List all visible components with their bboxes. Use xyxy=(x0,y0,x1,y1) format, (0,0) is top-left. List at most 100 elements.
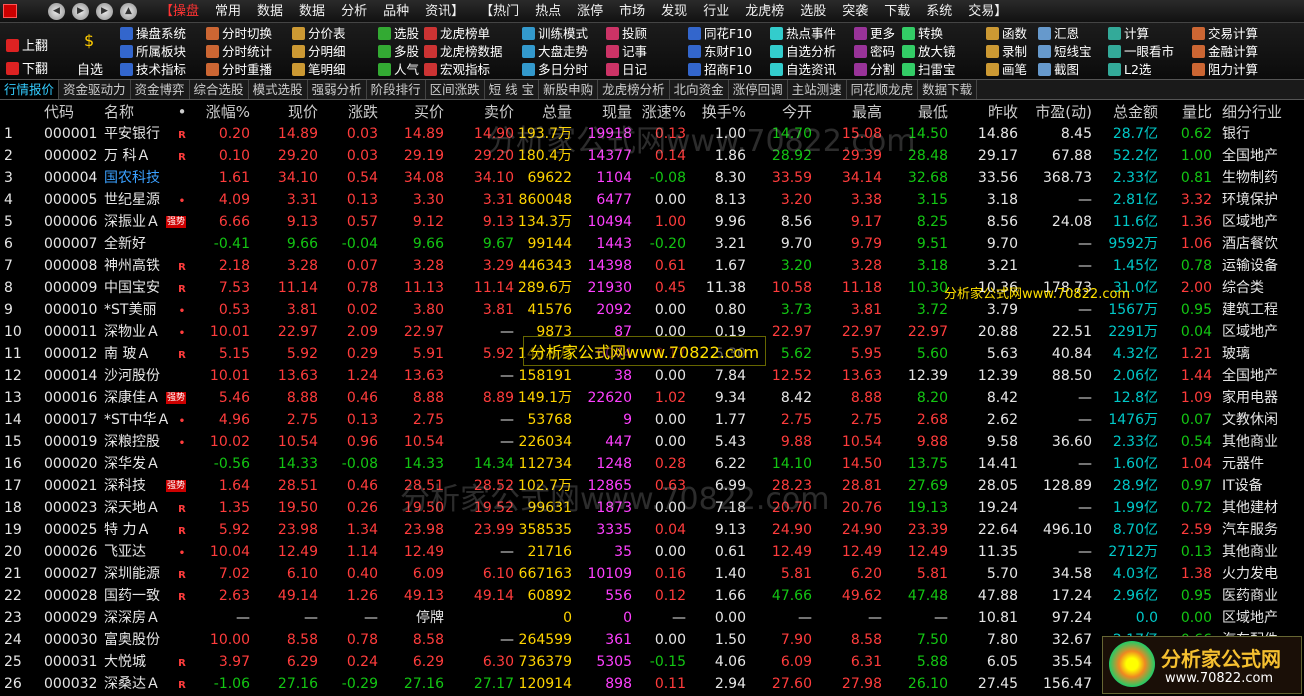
menu-item[interactable]: 系统 xyxy=(926,0,952,23)
toolbar-button[interactable]: 龙虎榜单 xyxy=(424,25,490,42)
menu-item[interactable]: 行业 xyxy=(703,0,729,23)
menu-item[interactable]: 品种 xyxy=(383,0,409,23)
menu-item[interactable]: 分析 xyxy=(341,0,367,23)
column-header[interactable]: • xyxy=(176,101,188,123)
toolbar-button[interactable]: 东财F10 xyxy=(688,43,752,60)
tab[interactable]: 短 线 宝 xyxy=(485,80,540,99)
menu-item[interactable]: 热点 xyxy=(535,0,561,23)
menu-item[interactable]: 【热门 xyxy=(480,0,519,23)
tab[interactable]: 北向资金 xyxy=(670,80,729,99)
toolbar-button[interactable]: 分时统计 xyxy=(206,43,272,60)
column-header[interactable]: 昨收 xyxy=(950,101,1018,123)
table-row[interactable]: 21 000027 深圳能源 R 7.02 6.10 0.40 6.09 6.10 667163 1… xyxy=(0,563,1304,585)
toolbar-button[interactable]: 交易计算 xyxy=(1192,25,1258,42)
toolbar-button[interactable]: 龙虎榜数据 xyxy=(424,43,503,60)
tab[interactable]: 资金博弈 xyxy=(131,80,190,99)
toolbar-button[interactable]: 笔明细 xyxy=(292,61,346,78)
tab[interactable]: 涨停回调 xyxy=(729,80,788,99)
toolbar-button[interactable]: 所属板块 xyxy=(120,43,186,60)
column-header[interactable]: 最高 xyxy=(814,101,882,123)
tab[interactable]: 强弱分析 xyxy=(308,80,367,99)
column-header[interactable]: 现量 xyxy=(574,101,632,123)
table-row[interactable]: 22 000028 国药一致 R 2.63 49.14 1.26 49.13 49.14 6089… xyxy=(0,585,1304,607)
tab[interactable]: 模式选股 xyxy=(249,80,308,99)
table-row[interactable]: 3 000004 国农科技 1.61 34.10 0.54 34.08 34.10 69622 1… xyxy=(0,167,1304,189)
table-row[interactable]: 1 000001 平安银行 R 0.20 14.89 0.03 14.89 14.90 193.7… xyxy=(0,123,1304,145)
toolbar-button[interactable]: 汇恩 xyxy=(1038,25,1079,42)
tab[interactable]: 区间涨跌 xyxy=(426,80,485,99)
menu-item[interactable]: 资讯】 xyxy=(425,0,464,23)
column-header[interactable]: 今开 xyxy=(748,101,812,123)
column-header[interactable]: 细分行业 xyxy=(1222,101,1304,123)
table-row[interactable]: 4 000005 世纪星源 • 4.09 3.31 0.13 3.30 3.31 860048 64… xyxy=(0,189,1304,211)
table-row[interactable]: 20 000026 飞亚达 • 10.04 12.49 1.14 12.49—21716 35 0… xyxy=(0,541,1304,563)
column-header[interactable]: 换手% xyxy=(690,101,746,123)
tab[interactable]: 主站测速 xyxy=(788,80,847,99)
column-header[interactable]: 买价 xyxy=(380,101,444,123)
toolbar-button[interactable]: 分时重播 xyxy=(206,61,272,78)
column-header[interactable]: 总量 xyxy=(516,101,572,123)
tab[interactable]: 新股申购 xyxy=(539,80,599,99)
column-header[interactable]: 市盈(动) xyxy=(1020,101,1092,123)
menu-item[interactable]: 市场 xyxy=(619,0,645,23)
toolbar-button[interactable]: 记事 xyxy=(606,43,647,60)
table-row[interactable]: 15 000019 深粮控股 • 10.02 10.54 0.96 10.54—226034 4… xyxy=(0,431,1304,453)
toolbar-button[interactable]: 计算 xyxy=(1108,25,1149,42)
toolbar-button[interactable]: 转换 xyxy=(902,25,943,42)
toolbar-button[interactable]: 分明细 xyxy=(292,43,346,60)
toolbar-button[interactable]: 放大镜 xyxy=(902,43,956,60)
tab[interactable]: 阶段排行 xyxy=(367,80,426,99)
toolbar-button[interactable]: 金融计算 xyxy=(1192,43,1258,60)
toolbar-button[interactable]: 操盘系统 xyxy=(120,25,186,42)
menu-item[interactable]: 数据 xyxy=(257,0,283,23)
toolbar-button[interactable]: 分时切换 xyxy=(206,25,272,42)
toolbar-button[interactable]: 热点事件 xyxy=(770,25,836,42)
back-icon[interactable]: ◀ xyxy=(48,3,65,20)
menu-item[interactable]: 发现 xyxy=(661,0,687,23)
toolbar-button[interactable]: 选股 xyxy=(378,25,419,42)
menu-item[interactable]: 龙虎榜 xyxy=(745,0,784,23)
column-header[interactable] xyxy=(4,101,34,123)
table-row[interactable]: 19 000025 特 力Ａ R 5.92 23.98 1.34 23.98 23.99 3585… xyxy=(0,519,1304,541)
table-row[interactable]: 7 000008 神州高铁 R 2.18 3.28 0.07 3.28 3.29 446343 14… xyxy=(0,255,1304,277)
page-up-button[interactable]: 上翻 xyxy=(6,35,48,54)
tab[interactable]: 数据下载 xyxy=(918,80,978,99)
tab[interactable]: 行情报价 xyxy=(0,80,60,99)
menu-item[interactable]: 选股 xyxy=(800,0,826,23)
toolbar-button[interactable]: 技术指标 xyxy=(120,61,186,78)
forward-icon[interactable]: ▶ xyxy=(72,3,89,20)
tab[interactable]: 龙虎榜分析 xyxy=(598,80,670,99)
column-header[interactable]: 现价 xyxy=(252,101,318,123)
tab[interactable]: 同花顺龙虎 xyxy=(847,80,919,99)
up-icon[interactable]: ▲ xyxy=(120,3,137,20)
toolbar-button[interactable]: 多日分时 xyxy=(522,61,588,78)
column-header[interactable]: 卖价 xyxy=(448,101,514,123)
table-row[interactable]: 16 000020 深华发Ａ -0.56 14.33 -0.08 14.33 14.34 112… xyxy=(0,453,1304,475)
toolbar-button[interactable]: 画笔 xyxy=(986,61,1027,78)
menu-item[interactable]: 涨停 xyxy=(577,0,603,23)
menu-item[interactable]: 数据 xyxy=(299,0,325,23)
table-row[interactable]: 12 000014 沙河股份 10.01 13.63 1.24 13.63—158191 38… xyxy=(0,365,1304,387)
watchlist-button[interactable]: 自选 xyxy=(77,59,103,78)
toolbar-button[interactable]: 一眼看市 xyxy=(1108,43,1174,60)
toolbar-button[interactable]: 短线宝 xyxy=(1038,43,1092,60)
toolbar-button[interactable]: 函数 xyxy=(986,25,1027,42)
table-row[interactable]: 17000021深科技R1.6428.510.4628.5128.52102.7… xyxy=(0,475,1304,497)
tab[interactable]: 综合选股 xyxy=(190,80,249,99)
toolbar-button[interactable]: 分割 xyxy=(854,61,895,78)
menu-item[interactable]: 【操盘 xyxy=(160,0,199,23)
toolbar-button[interactable]: 自选分析 xyxy=(770,43,836,60)
table-row[interactable]: 13000016深康佳ＡR5.468.880.468.888.89149.1万2… xyxy=(0,387,1304,409)
page-down-button[interactable]: 下翻 xyxy=(6,58,48,77)
table-row[interactable]: 6 000007 全新好 -0.41 9.66 -0.04 9.66 9.67 99144 144… xyxy=(0,233,1304,255)
toolbar-button[interactable]: 人气 xyxy=(378,61,419,78)
toolbar-button[interactable]: 截图 xyxy=(1038,61,1079,78)
toolbar-button[interactable]: 阻力计算 xyxy=(1192,61,1258,78)
toolbar-button[interactable]: 扫雷宝 xyxy=(902,61,956,78)
toolbar-button[interactable]: 分价表 xyxy=(292,25,346,42)
menu-item[interactable]: 交易】 xyxy=(968,0,1007,23)
column-header[interactable]: 涨速% xyxy=(634,101,686,123)
table-row[interactable]: 2 000002 万 科Ａ R 0.10 29.20 0.03 29.19 29.20 180.4… xyxy=(0,145,1304,167)
table-row[interactable]: 23 000029 深深房Ａ — — — 停牌 0 0—0.00— — —10.81 97.24 0.0… xyxy=(0,607,1304,629)
toolbar-button[interactable]: 更多 xyxy=(854,25,895,42)
